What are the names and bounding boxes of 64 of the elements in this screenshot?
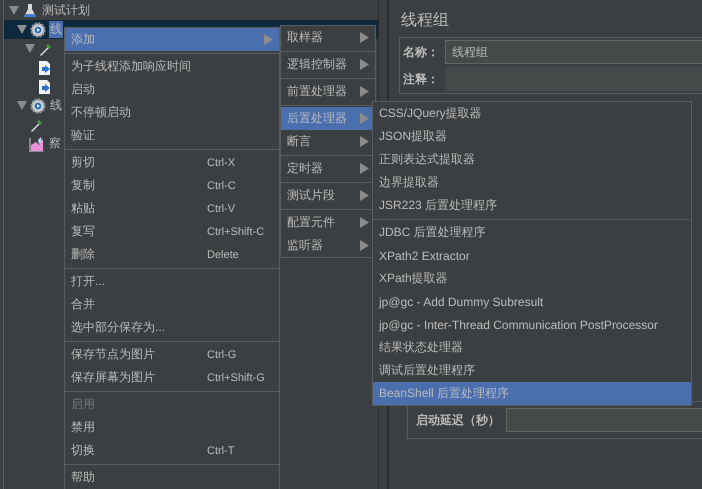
document-arrow-icon (37, 60, 53, 76)
menu-item[interactable]: JSON提取器 (373, 125, 691, 148)
menu-item[interactable]: 不停顿启动 (65, 101, 279, 124)
menu-item[interactable]: 配置元件 (281, 211, 375, 234)
panel-title: 线程组 (401, 10, 450, 31)
menu-item[interactable]: 帮助 (65, 466, 279, 489)
menu-item[interactable]: jp@gc - Inter-Thread Communication PostProcessor (373, 313, 691, 336)
shortcut-label: Ctrl-G (207, 348, 236, 360)
menu-item[interactable]: 边界提取器 (373, 171, 691, 194)
flask-icon (22, 2, 38, 18)
field-label: 名称： (403, 44, 439, 60)
shortcut-label: Ctrl-X (207, 156, 236, 168)
expand-triangle-icon[interactable] (9, 6, 19, 15)
name-field[interactable]: 线程组 (445, 40, 702, 64)
expand-triangle-icon[interactable] (17, 25, 27, 34)
gear-icon (30, 98, 46, 114)
menu-item[interactable]: 测试片段 (281, 184, 375, 207)
tree-item[interactable]: 线 (49, 97, 63, 114)
shortcut-label: Ctrl-T (207, 444, 234, 456)
shortcut-label: Ctrl-V (207, 202, 236, 214)
field-label: 启动延迟（秒） (416, 412, 500, 428)
menu-item[interactable]: 监听器 (281, 234, 375, 257)
gear-icon (30, 22, 46, 38)
menu-item[interactable]: XPath2 Extractor (373, 244, 691, 267)
menu-item[interactable]: 剪切 Ctrl-X (65, 151, 279, 174)
menu-item[interactable]: 逻辑控制器 (281, 53, 375, 76)
menu-item[interactable]: XPath提取器 (373, 267, 691, 290)
menu-item[interactable]: 断言 (281, 130, 375, 153)
shortcut-label: Ctrl+Shift-G (207, 372, 265, 384)
menu-item[interactable]: 取样器 (281, 26, 375, 49)
expand-triangle-icon[interactable] (25, 44, 35, 53)
menu-item[interactable]: 保存屏幕为图片 Ctrl+Shift-G (65, 366, 279, 389)
menu-item[interactable]: 禁用 (65, 416, 279, 439)
menu-item[interactable]: 验证 (65, 124, 279, 147)
chart-icon (29, 136, 45, 152)
menu-item[interactable]: 为子线程添加响应时间 (65, 55, 279, 78)
menu-item[interactable]: CSS/JQuery提取器 (373, 102, 691, 125)
menu-item[interactable]: 复制 Ctrl-C (65, 174, 279, 197)
menu-item[interactable]: 选中部分保存为... (65, 316, 279, 339)
menu-item[interactable]: 复写 Ctrl+Shift-C (65, 220, 279, 243)
tree-item[interactable]: 测试计划 (41, 2, 91, 19)
shortcut-label: Ctrl+Shift-C (207, 226, 264, 238)
menu-item[interactable]: 删除 Delete (65, 243, 279, 266)
menu-item[interactable]: 正则表达式提取器 (373, 148, 691, 171)
menu-item[interactable]: 前置处理器 (281, 80, 375, 103)
shortcut-label: Ctrl-C (207, 180, 236, 192)
menu-item[interactable]: 合并 (65, 293, 279, 316)
menu-item[interactable]: 切换 Ctrl-T (65, 439, 279, 462)
menu-item[interactable]: JDBC 后置处理程序 (373, 221, 691, 244)
menu-item[interactable]: 粘贴 Ctrl-V (65, 197, 279, 220)
menu-item[interactable]: 启动 (65, 78, 279, 101)
menu-item[interactable]: 结果状态处理器 (373, 336, 691, 359)
delay-field[interactable] (506, 408, 702, 432)
menu-item[interactable]: 打开... (65, 270, 279, 293)
shortcut-label: Delete (207, 248, 239, 260)
document-arrow-icon (37, 78, 53, 94)
menu-item[interactable]: 保存节点为图片 Ctrl-G (65, 343, 279, 366)
menu-item[interactable]: jp@gc - Add Dummy Subresult (373, 290, 691, 313)
menu-item[interactable]: JSR223 后置处理程序 (373, 194, 691, 217)
tree-item[interactable]: 察 (48, 135, 62, 152)
menu-item[interactable]: 调试后置处理程序 (373, 359, 691, 382)
field-label: 注释： (403, 70, 439, 88)
menu-item[interactable]: 定时器 (281, 157, 375, 180)
expand-triangle-icon[interactable] (17, 101, 27, 110)
